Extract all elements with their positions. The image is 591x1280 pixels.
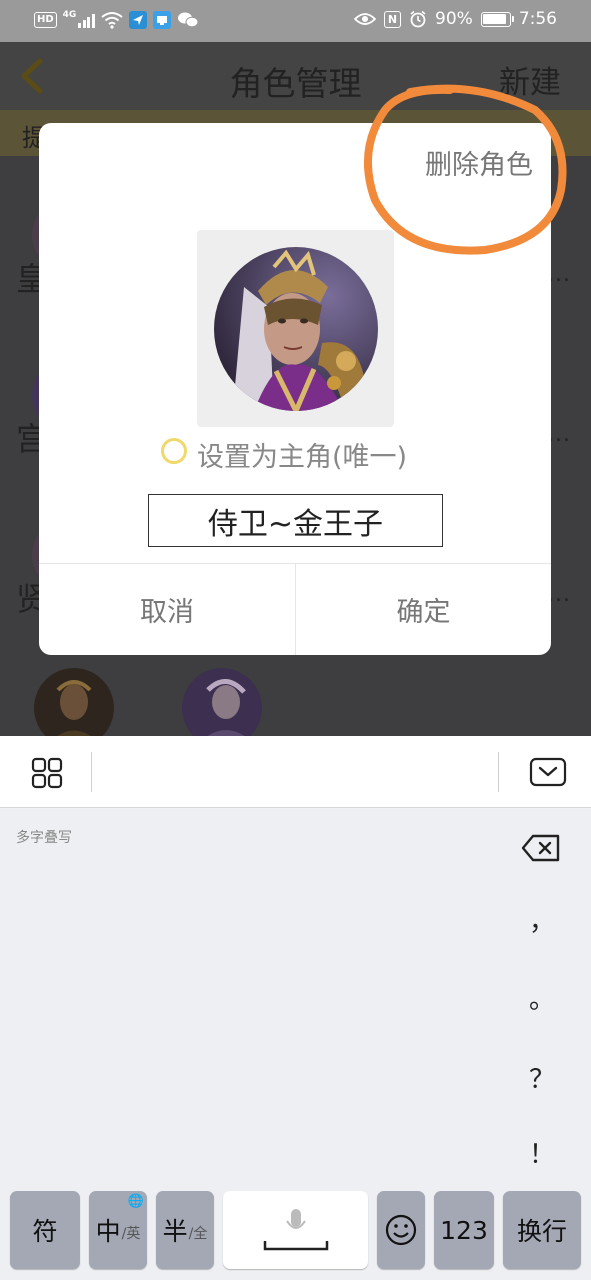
clock: 7:56 [518,9,557,29]
set-main-role-toggle[interactable]: 设置为主角(唯一) [161,435,407,474]
backspace-icon[interactable] [521,833,561,863]
microphone-icon [263,1209,328,1251]
status-bar: HD 4G N 90% 7:56 [0,0,591,42]
avatar [213,246,378,411]
keyboard-toolbar [0,736,591,808]
keyboard-hide-icon[interactable] [529,756,567,788]
delete-role-button[interactable]: 删除角色 [425,143,533,182]
network-type: 4G [62,10,77,20]
full-label: /全 [188,1226,208,1242]
avatar-picker[interactable] [197,230,394,427]
exclamation-key[interactable]: ！ [527,1134,557,1171]
emoji-icon [385,1214,417,1246]
chinese-label: 中 [95,1217,121,1246]
hd-badge: HD [34,12,57,28]
comma-key[interactable]: ， [527,901,557,938]
numbers-key[interactable]: 123 [434,1191,494,1269]
numbers-key-label: 123 [440,1215,488,1245]
wechat-icon [177,12,199,28]
emoji-key[interactable] [377,1191,425,1269]
english-label: /英 [121,1226,141,1242]
status-right: N 90% 7:56 [354,9,557,29]
space-key[interactable] [223,1191,368,1269]
confirm-button[interactable]: 确定 [296,564,551,655]
set-main-role-label: 设置为主角(唯一) [197,442,408,473]
keyboard-mode-hint: 多字叠写 [16,830,72,846]
role-name-input[interactable] [148,494,443,547]
symbol-key[interactable]: 符 [10,1191,80,1269]
half-full-width-key[interactable]: 半/全 [156,1191,214,1269]
cancel-button[interactable]: 取消 [39,564,295,655]
symbol-key-label: 符 [32,1217,58,1246]
battery-percent: 90% [435,9,473,29]
status-left: HD 4G [34,10,199,29]
keyboard-bottom-row: 符 🌐 中/英 半/全 123 换行 [0,1191,591,1269]
question-key[interactable]: ？ [527,1059,557,1096]
app-notification-icon-2 [152,11,171,29]
eye-icon [354,13,377,25]
nfc-icon: N [384,10,402,28]
divider [498,752,499,792]
wifi-icon [101,12,123,29]
new-role-button[interactable]: 新建 [499,57,561,102]
language-toggle-key[interactable]: 🌐 中/英 [89,1191,147,1269]
alarm-icon [410,10,426,28]
radio-icon[interactable] [161,437,187,464]
half-label: 半 [162,1217,188,1246]
enter-key[interactable]: 换行 [503,1191,581,1269]
grid-icon[interactable] [30,756,64,790]
handwriting-keyboard[interactable]: 多字叠写 ， 。 ？ ！ 符 🌐 中/英 半/全 123 换行 [0,809,591,1280]
app-header: 角色管理 新建 [0,42,591,110]
signal-icon [78,12,95,28]
enter-key-label: 换行 [516,1217,567,1246]
divider [91,752,92,792]
globe-icon: 🌐 [127,1194,144,1209]
period-key[interactable]: 。 [527,979,557,1016]
battery-icon [480,11,514,27]
edit-role-dialog: 删除角色 设置为主角(唯一) 侍卫~金王子 取消 确定 [39,123,551,655]
app-notification-icon [128,11,147,29]
